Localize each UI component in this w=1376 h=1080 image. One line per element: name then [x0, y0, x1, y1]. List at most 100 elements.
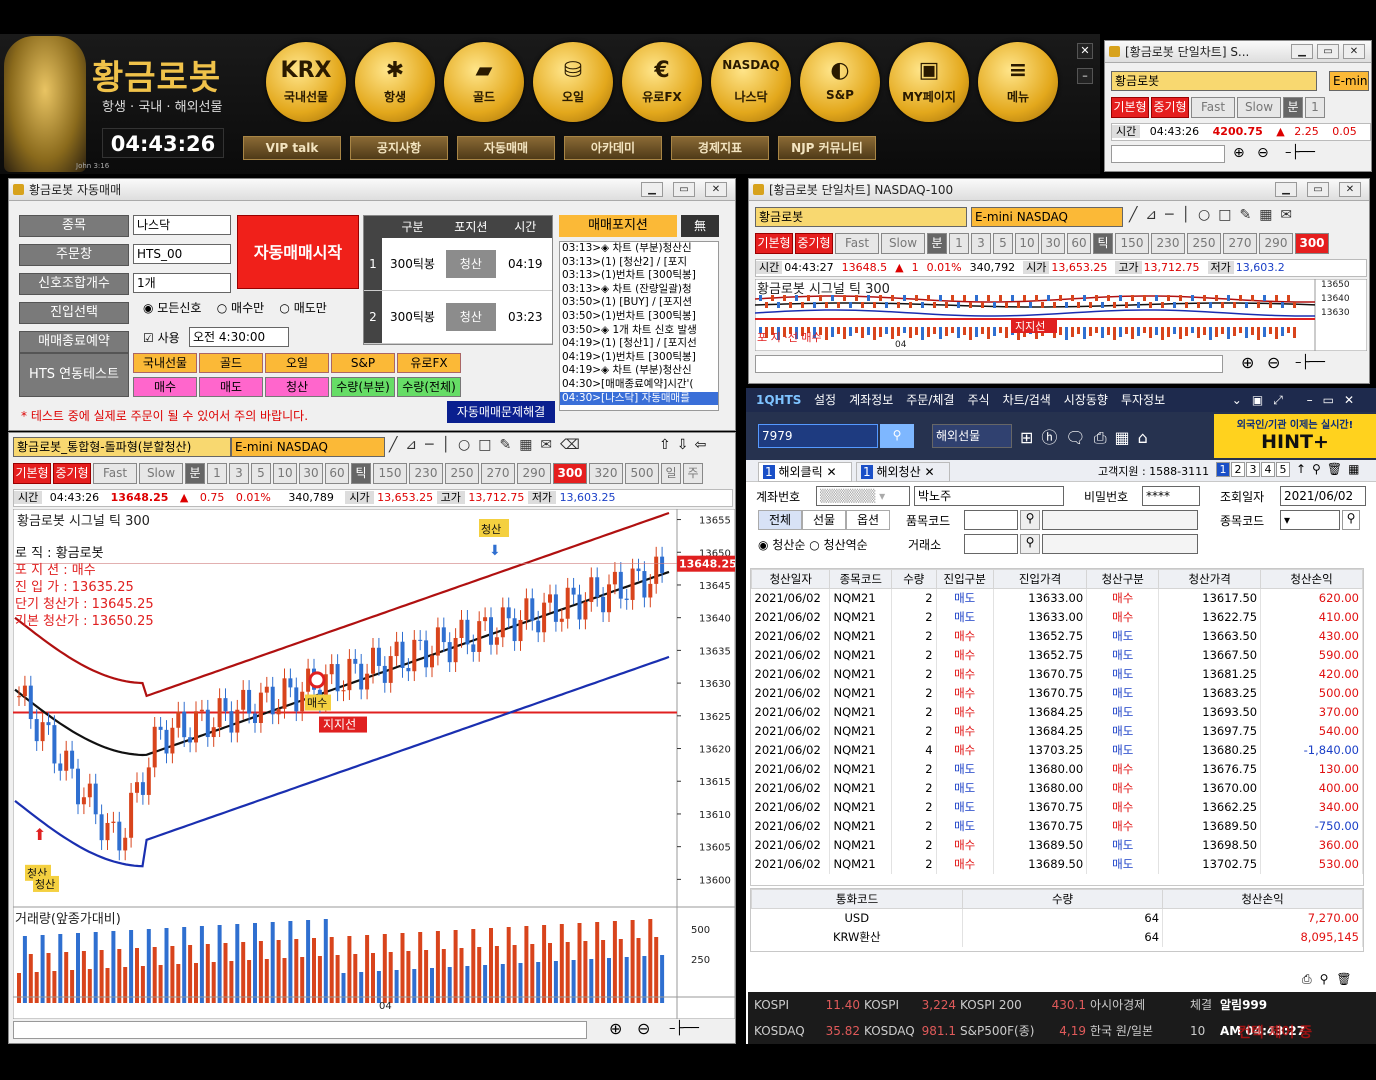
zoom-slider[interactable]: –├──	[1295, 355, 1325, 370]
ticker-item[interactable]: 11.40	[820, 998, 860, 1012]
maximize-button[interactable]: ▭	[1307, 182, 1329, 197]
page-button[interactable]: 3	[1246, 462, 1260, 477]
table-row[interactable]: 2021/06/02 NQM21 2 매수 13670.75 매도 13683.25 500.…	[751, 683, 1363, 703]
table-row[interactable]: 2021/06/02 NQM21 4 매수 13703.25 매도 13680.25 -1,8…	[751, 740, 1363, 760]
interval-tab[interactable]: 기본형	[1111, 97, 1149, 118]
interval-tab[interactable]: 230	[409, 463, 443, 484]
interval-tab[interactable]: 5	[251, 463, 271, 484]
interval-tab[interactable]: 기본형	[13, 463, 51, 484]
close-button[interactable]: ✕	[1339, 182, 1361, 197]
coin-button-2[interactable]: ▰ 골드	[444, 42, 524, 122]
hts-order-button[interactable]: 매수	[133, 377, 197, 397]
nav-arrows[interactable]: ⇧⇩⇦	[659, 437, 712, 453]
search-icon[interactable]: ⚲	[880, 424, 914, 448]
interval-tab[interactable]: 10	[1015, 233, 1039, 254]
strategy-select[interactable]: 황금로봇	[755, 207, 967, 227]
minimize-button[interactable]: ▁	[641, 182, 663, 197]
table-row[interactable]: 1 300틱봉 청산 04:19	[364, 238, 552, 291]
menu-item[interactable]: 차트/검색	[1003, 388, 1051, 412]
ticker-item[interactable]: KOSDAQ	[754, 1024, 816, 1038]
table-row[interactable]: 2021/06/02 NQM21 2 매수 13652.75 매도 13663.50 430.…	[751, 626, 1363, 646]
interval-tab[interactable]: Fast	[93, 463, 137, 484]
zoom-out-icon[interactable]: ⊖	[1267, 353, 1280, 372]
interval-tab[interactable]: 기본형	[755, 233, 793, 254]
end-time-field[interactable]: 오전 4:30:00	[189, 327, 289, 347]
interval-tab[interactable]: 300	[553, 463, 587, 484]
nav-button[interactable]: VIP talk	[243, 136, 341, 160]
item-code-field[interactable]	[964, 510, 1018, 530]
hts-market-button[interactable]: 오일	[265, 353, 329, 373]
hint-banner[interactable]: 외국인/기관 이제는 실시간! HINT+	[1214, 414, 1376, 458]
close-button[interactable]: ✕	[1343, 44, 1365, 59]
interval-tab[interactable]: 150	[1115, 233, 1149, 254]
table-row[interactable]: 2021/06/02 NQM21 2 매도 13633.00 매수 13622.75 410.…	[751, 607, 1363, 627]
table-row[interactable]: 2021/06/02 NQM21 2 매수 13652.75 매도 13667.50 590.…	[751, 645, 1363, 665]
table-row[interactable]: 2021/06/02 NQM21 2 매수 13670.75 매도 13681.25 420.…	[751, 664, 1363, 684]
table-row[interactable]: 2021/06/02 NQM21 2 매수 13684.25 매도 13697.75 540.…	[751, 721, 1363, 741]
interval-tab[interactable]: 30	[299, 463, 323, 484]
interval-tab[interactable]: 320	[589, 463, 623, 484]
interval-tab[interactable]: 290	[1259, 233, 1293, 254]
coin-button-4[interactable]: € 유로FX	[622, 42, 702, 122]
ticker-item[interactable]: S&P500F(종)	[960, 1022, 1046, 1039]
coin-button-6[interactable]: ◐ S&P	[800, 42, 880, 122]
ticker-item[interactable]: 한국 원/일본	[1090, 1022, 1186, 1039]
interval-tab[interactable]: 중기형	[53, 463, 91, 484]
interval-tab[interactable]: 1	[207, 463, 227, 484]
date-field[interactable]: 2021/06/02	[1280, 486, 1366, 506]
coin-button-8[interactable]: ≡ 메뉴	[978, 42, 1058, 122]
nav-button[interactable]: 아카데미	[564, 136, 662, 160]
hts-order-button[interactable]: 수량(전체)	[397, 377, 461, 397]
filter-tab[interactable]: 선물	[802, 510, 846, 530]
toolbar-icons[interactable]: ⊞ⓗ🗨⎙▦⌂	[1020, 424, 1156, 448]
hts-order-button[interactable]: 매도	[199, 377, 263, 397]
log-list[interactable]: 03:13>◈ 차트 (부분)청산신 03:13>(1) [청산2] / [포지 0…	[559, 241, 719, 411]
search-icon[interactable]: ⚲	[1020, 510, 1040, 530]
sort-radio[interactable]: ◉ 청산순 ○ 청산역순	[758, 536, 868, 553]
clearing-table[interactable]: 청산일자 종목코드 수량 진입구분 진입가격 청산구분 청산가격 청산손익 2021/06/02…	[750, 568, 1364, 886]
interval-tab[interactable]: 틱	[351, 463, 371, 484]
interval-tab[interactable]: 290	[517, 463, 551, 484]
ticker-item[interactable]: 체결	[1190, 996, 1216, 1013]
filter-tab[interactable]: 옵션	[846, 510, 890, 530]
account-select[interactable]: ▒▒▒▒▒▒ ▾	[816, 486, 910, 506]
table-row[interactable]: 2021/06/02 NQM21 2 매도 13633.00 매수 13617.50 620.…	[751, 588, 1363, 608]
ticker-item[interactable]: KOSPI	[864, 998, 910, 1012]
ticker-item[interactable]: 3,224	[914, 998, 956, 1012]
hts-order-button[interactable]: 수량(부분)	[331, 377, 395, 397]
zoom-out-icon[interactable]: ⊖	[637, 1019, 650, 1038]
filter-tab[interactable]: 전체	[758, 510, 802, 530]
ticker-item[interactable]: 4,19	[1050, 1024, 1086, 1038]
ticker-item[interactable]: 아시아경제	[1090, 996, 1186, 1013]
ticker-item[interactable]: KOSDAQ	[864, 1024, 915, 1038]
zoom-slider[interactable]: –├──	[669, 1021, 699, 1036]
symbol-select[interactable]: E-min	[1329, 71, 1369, 91]
zoom-in-icon[interactable]: ⊕	[1241, 353, 1254, 372]
nav-button[interactable]: 경제지표	[671, 136, 769, 160]
maximize-button[interactable]: ▭	[673, 182, 695, 197]
table-row[interactable]: 2021/06/02 NQM21 2 매도 13670.75 매수 13689.50 -750…	[751, 816, 1363, 836]
hts-market-button[interactable]: 골드	[199, 353, 263, 373]
interval-tab[interactable]: Fast	[835, 233, 879, 254]
fix-problem-button[interactable]: 자동매매문제해결	[447, 401, 555, 423]
footer-icons[interactable]: ⎙⚲🗑	[1302, 972, 1360, 987]
menu-item[interactable]: 시장동향	[1064, 388, 1108, 412]
interval-tab[interactable]: 일	[661, 463, 681, 484]
radio-buy[interactable]: ○ 매수만	[217, 301, 264, 315]
interval-tab[interactable]: 3	[229, 463, 249, 484]
price-chart[interactable]: 1365513650136451364013635136301362513620…	[13, 509, 735, 1019]
symbol-code-select[interactable]: ▾	[1280, 510, 1340, 530]
field-select[interactable]: 1개	[133, 273, 231, 293]
interval-tab[interactable]: 분	[927, 233, 947, 254]
ticker-item[interactable]: 35.82	[820, 1024, 860, 1038]
interval-tab[interactable]: 270	[1223, 233, 1257, 254]
minimize-button[interactable]: ▁	[1275, 182, 1297, 197]
menu-item[interactable]: 설정	[814, 388, 836, 412]
symbol-select[interactable]: E-mini NASDAQ	[231, 437, 385, 457]
interval-tab[interactable]: 300	[1295, 233, 1329, 254]
ticker-item[interactable]: 430.1	[1050, 998, 1086, 1012]
minimize-icon[interactable]: –	[1077, 68, 1093, 84]
zoom-in-icon[interactable]: ⊕	[609, 1019, 622, 1038]
interval-tab[interactable]: Slow	[881, 233, 925, 254]
exchange-field[interactable]	[964, 534, 1018, 554]
